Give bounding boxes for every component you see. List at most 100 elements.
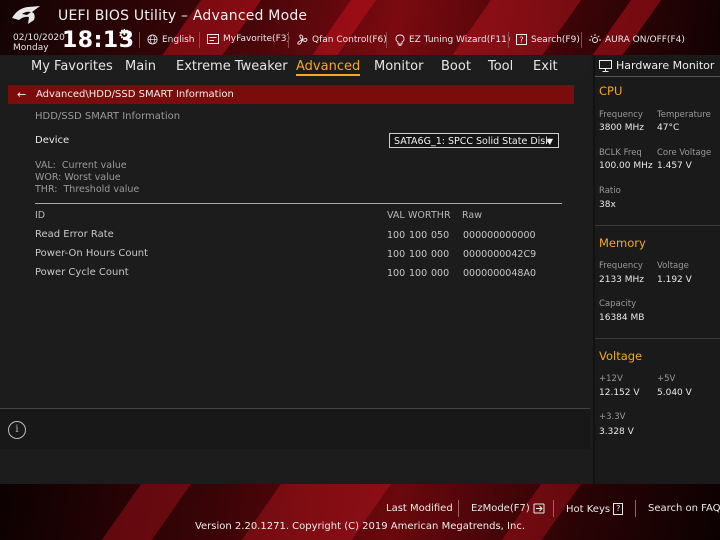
- breadcrumb[interactable]: ← Advanced\HDD/SSD SMART Information: [8, 85, 574, 104]
- device-select-value: SATA6G_1: SPCC Solid State Disk: [394, 136, 551, 147]
- tab-extreme-tweaker[interactable]: Extreme Tweaker: [176, 59, 288, 74]
- hot-keys-button[interactable]: Hot Keys ?: [566, 503, 624, 515]
- row-id: Power-On Hours Count: [35, 248, 149, 259]
- cpu-frequency-label: Frequency: [599, 110, 643, 120]
- cpu-temperature-value: 47°C: [657, 123, 680, 133]
- qfan-control-label: Qfan Control(F6): [312, 35, 387, 45]
- row-wor: 100: [409, 230, 428, 241]
- legend-wor: WOR: Worst value: [35, 172, 121, 183]
- device-select[interactable]: SATA6G_1: SPCC Solid State Disk ▼: [389, 133, 559, 148]
- tab-my-favorites[interactable]: My Favorites: [31, 59, 113, 74]
- time-settings-gear-icon[interactable]: ⚙: [118, 27, 131, 43]
- aura-toggle-button[interactable]: AURA ON/OFF(F4): [589, 34, 685, 45]
- fan-icon: [297, 34, 308, 45]
- row-raw: 0000000048A0: [463, 268, 536, 279]
- hardware-monitor-header: Hardware Monitor: [599, 59, 714, 72]
- row-val: 100: [387, 249, 406, 260]
- header-separator: [581, 32, 582, 48]
- copyright-text: Version 2.20.1271. Copyright (C) 2019 Am…: [194, 521, 526, 532]
- monitor-icon: [599, 59, 612, 72]
- chevron-down-icon: ▼: [546, 137, 553, 146]
- row-wor: 100: [409, 268, 428, 279]
- hw-section-divider: [595, 338, 720, 339]
- v12-value: 12.152 V: [599, 388, 640, 398]
- row-id: Power Cycle Count: [35, 267, 129, 278]
- row-thr: 050: [431, 230, 450, 241]
- column-header-val: VAL: [387, 210, 405, 221]
- v33-label: +3.3V: [599, 412, 626, 422]
- language-label: English: [162, 34, 195, 45]
- ezmode-label: EzMode(F7): [471, 503, 530, 514]
- device-label: Device: [35, 135, 70, 146]
- main-nav: My Favorites Main Extreme Tweaker Advanc…: [0, 56, 590, 79]
- v5-label: +5V: [657, 374, 676, 384]
- row-val: 100: [387, 230, 406, 241]
- language-button[interactable]: English: [147, 34, 195, 45]
- aura-icon: [589, 34, 601, 43]
- header-separator: [199, 32, 200, 48]
- globe-icon: [147, 34, 158, 45]
- cpu-section-title: CPU: [599, 84, 623, 98]
- tab-monitor[interactable]: Monitor: [374, 59, 423, 74]
- ratio-value: 38x: [599, 200, 616, 210]
- cpu-frequency-value: 3800 MHz: [599, 123, 645, 133]
- memory-section-title: Memory: [599, 236, 646, 250]
- row-raw: 0000000042C9: [463, 249, 537, 260]
- qfan-control-button[interactable]: Qfan Control(F6): [296, 34, 387, 46]
- rog-logo-icon: [12, 6, 40, 24]
- header-separator: [139, 32, 140, 48]
- ez-tuning-wizard-label: EZ Tuning Wizard(F11): [409, 35, 511, 45]
- tab-exit[interactable]: Exit: [533, 59, 558, 74]
- column-header-thr: THR: [431, 210, 451, 221]
- breadcrumb-text: Advanced\HDD/SSD SMART Information: [36, 89, 234, 100]
- section-title: HDD/SSD SMART Information: [35, 111, 181, 122]
- core-voltage-label: Core Voltage: [657, 148, 712, 158]
- footer-separator: [635, 500, 636, 517]
- bclk-freq-value: 100.00 MHz: [599, 161, 653, 171]
- info-bar: [0, 409, 590, 449]
- myfavorite-button[interactable]: MyFavorite(F3): [207, 34, 290, 44]
- header-separator: [508, 32, 509, 48]
- hardware-monitor-divider: [595, 76, 720, 77]
- app-title: UEFI BIOS Utility – Advanced Mode: [58, 8, 308, 24]
- footer-separator: [553, 500, 554, 517]
- ez-tuning-wizard-button[interactable]: EZ Tuning Wizard(F11): [395, 34, 510, 46]
- last-modified-button[interactable]: Last Modified: [386, 503, 453, 514]
- tab-tool[interactable]: Tool: [488, 59, 513, 74]
- hot-keys-label: Hot Keys: [566, 503, 611, 515]
- aura-label: AURA ON/OFF(F4): [605, 34, 685, 45]
- capacity-value: 16384 MB: [599, 313, 645, 323]
- date-value: 02/10/2020: [13, 33, 65, 43]
- footer-separator: [458, 500, 459, 517]
- column-header-wor: WOR: [408, 210, 432, 221]
- search-button[interactable]: ? Search(F9): [516, 34, 580, 45]
- v5-value: 5.040 V: [657, 388, 692, 398]
- column-header-id: ID: [35, 210, 46, 221]
- memory-voltage-value: 1.192 V: [657, 275, 692, 285]
- capacity-label: Capacity: [599, 299, 637, 309]
- svg-text:?: ?: [519, 36, 523, 45]
- ezmode-button[interactable]: EzMode(F7): [471, 503, 545, 514]
- tab-boot[interactable]: Boot: [441, 59, 471, 74]
- row-thr: 000: [431, 249, 450, 260]
- row-wor: 100: [409, 249, 428, 260]
- row-val: 100: [387, 268, 406, 279]
- column-header-raw: Raw: [462, 210, 482, 221]
- info-icon: i: [8, 421, 26, 439]
- header-separator: [386, 32, 387, 48]
- tab-advanced[interactable]: Advanced: [296, 59, 361, 76]
- cpu-temperature-label: Temperature: [657, 110, 711, 120]
- v12-label: +12V: [599, 374, 623, 384]
- search-faq-button[interactable]: Search on FAQ: [648, 503, 720, 514]
- memory-frequency-value: 2133 MHz: [599, 275, 645, 285]
- myfavorite-label: MyFavorite(F3): [223, 34, 290, 44]
- row-thr: 000: [431, 268, 450, 279]
- voltage-section-title: Voltage: [599, 349, 643, 363]
- search-faq-label: Search on FAQ: [648, 503, 720, 514]
- row-id: Read Error Rate: [35, 229, 114, 240]
- v33-value: 3.328 V: [599, 427, 634, 437]
- legend-val: VAL: Current value: [35, 160, 127, 171]
- memory-frequency-label: Frequency: [599, 261, 643, 271]
- back-arrow-icon[interactable]: ←: [17, 85, 26, 104]
- tab-main[interactable]: Main: [125, 59, 156, 74]
